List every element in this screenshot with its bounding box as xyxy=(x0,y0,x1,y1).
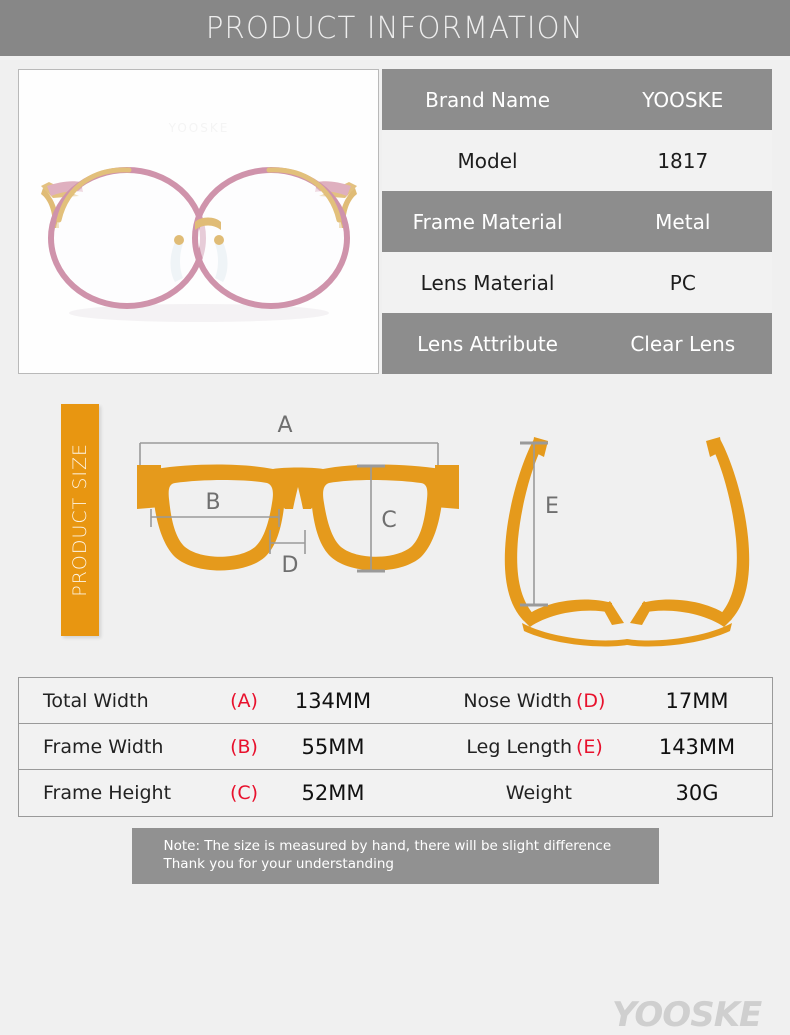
spec-label: Frame Material xyxy=(412,209,563,234)
note-section: Note: The size is measured by hand, ther… xyxy=(0,828,790,884)
measurement-value: 30G xyxy=(675,781,719,805)
spec-row-frame-material: Frame Material Metal xyxy=(381,191,772,252)
spec-row-brand-name: Brand Name YOOSKE xyxy=(381,69,772,130)
product-photo-frame: YOOSKE xyxy=(18,69,379,374)
dimension-label-d: D xyxy=(282,553,299,578)
measurement-key: (D) xyxy=(576,689,606,712)
front-view-size-diagram: A B D C xyxy=(137,413,459,578)
product-size-banner: PRODUCT SIZE xyxy=(61,404,99,636)
spec-value: Clear Lens xyxy=(630,331,736,356)
table-row: Frame Height (C) 52MM Weight 30G xyxy=(19,770,772,816)
measurement-value: 143MM xyxy=(658,734,736,759)
measurement-key: (E) xyxy=(576,735,603,758)
spec-row-model: Model 1817 xyxy=(381,130,772,191)
measurement-name: Frame Width xyxy=(43,735,164,758)
measurement-name: Frame Height xyxy=(43,782,172,804)
svg-text:YOOSKE: YOOSKE xyxy=(168,121,230,135)
measurement-table: Total Width (A) 134MM Nose Width (D) 17M… xyxy=(18,677,773,817)
measurement-value: 17MM xyxy=(665,688,729,713)
measurement-key: (C) xyxy=(229,782,259,804)
spec-label: Brand Name xyxy=(425,87,551,112)
measurement-value: 55MM xyxy=(301,734,365,759)
measurement-name: Total Width xyxy=(43,689,149,712)
page-header: PRODUCT INFORMATION xyxy=(0,0,790,56)
spec-row-lens-material: Lens Material PC xyxy=(381,252,772,313)
spec-value: Metal xyxy=(655,209,711,234)
measurement-value: 52MM xyxy=(301,781,365,805)
measurement-key xyxy=(572,770,622,816)
dimension-label-b: B xyxy=(205,490,220,515)
spec-label: Lens Material xyxy=(420,270,555,295)
spec-row-lens-attribute: Lens Attribute Clear Lens xyxy=(381,313,772,374)
product-overview-section: YOOSKE Brand Name YOOSKE Model 1817 Fram… xyxy=(18,69,772,374)
product-size-section: PRODUCT SIZE A B D C E YOOSKE xyxy=(0,387,790,1035)
note-box: Note: The size is measured by hand, ther… xyxy=(131,828,659,884)
specification-table: Brand Name YOOSKE Model 1817 Frame Mater… xyxy=(381,69,772,374)
spec-value: 1817 xyxy=(657,148,709,173)
note-line-1: Note: The size is measured by hand, ther… xyxy=(163,838,612,854)
measurement-key: (B) xyxy=(230,735,258,758)
spec-value: PC xyxy=(669,270,696,295)
measurement-name: Leg Length xyxy=(466,735,572,758)
product-photo-glasses: YOOSKE xyxy=(19,70,378,373)
measurement-key: (A) xyxy=(230,689,258,712)
note-line-2: Thank you for your understanding xyxy=(163,856,394,872)
spec-label: Lens Attribute xyxy=(417,331,558,356)
header-divider xyxy=(0,56,790,60)
dimension-label-a: A xyxy=(277,413,292,438)
table-row: Total Width (A) 134MM Nose Width (D) 17M… xyxy=(19,678,772,724)
spec-value: YOOSKE xyxy=(642,87,724,112)
measurement-name: Weight xyxy=(505,782,572,804)
dimension-label-e: E xyxy=(545,494,559,519)
measurement-name: Nose Width xyxy=(463,689,572,712)
top-view-size-diagram: E xyxy=(504,437,750,647)
page-title: PRODUCT INFORMATION xyxy=(206,10,584,46)
product-size-banner-label: PRODUCT SIZE xyxy=(69,443,91,597)
dimension-label-c: C xyxy=(381,508,396,533)
measurement-value: 134MM xyxy=(294,688,372,713)
brand-watermark: YOOSKE xyxy=(612,995,762,1035)
table-row: Frame Width (B) 55MM Leg Length (E) 143M… xyxy=(19,724,772,770)
spec-label: Model xyxy=(457,148,518,173)
